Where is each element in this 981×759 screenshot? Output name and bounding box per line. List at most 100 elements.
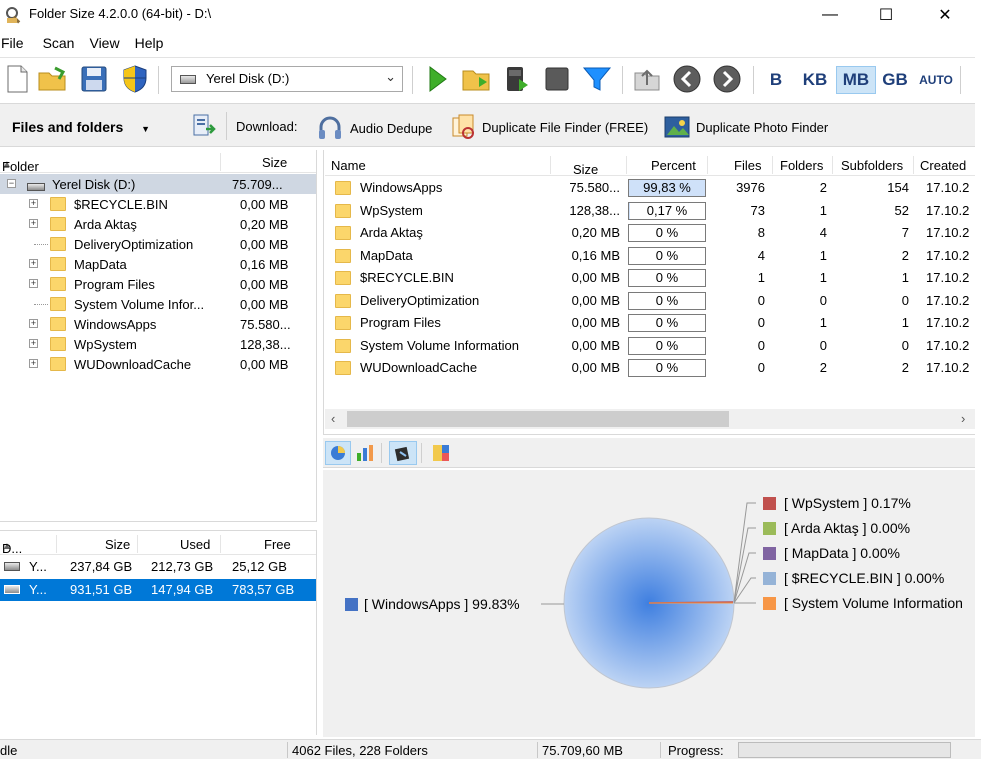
expand-icon[interactable]: + <box>29 279 38 288</box>
list-row[interactable]: Arda Aktaş 0,20 MB 0 % 8 4 7 17.10.2 <box>325 222 980 244</box>
drives-header-used[interactable]: Used <box>180 537 210 552</box>
list-header-created[interactable]: Created <box>920 158 966 173</box>
drive-used: 147,94 GB <box>151 582 214 597</box>
new-scan-button[interactable] <box>0 62 34 96</box>
scan-drive-button[interactable] <box>500 62 534 96</box>
menu-file[interactable]: File <box>0 33 32 55</box>
duplicate-photo-finder-link[interactable]: Duplicate Photo Finder <box>663 113 828 141</box>
menu-view[interactable]: View <box>88 33 127 55</box>
tree-item[interactable]: + WindowsApps 75.580... <box>0 314 316 334</box>
collapse-icon[interactable]: − <box>7 179 16 188</box>
duplicate-photo-finder-label: Duplicate Photo Finder <box>696 119 829 135</box>
horizontal-scrollbar[interactable]: ‹ › <box>325 409 980 429</box>
scan-folder-button[interactable] <box>460 62 494 96</box>
tree-header-size[interactable]: Size <box>262 155 287 170</box>
menu-scan[interactable]: Scan <box>42 33 83 55</box>
drive-row[interactable]: Y... 931,51 GB 147,94 GB 783,57 GB <box>0 579 316 601</box>
list-item-name: MapData <box>360 247 413 263</box>
bar-chart-button[interactable] <box>355 443 375 466</box>
list-item-percent: 0 % <box>655 225 679 240</box>
list-row[interactable]: WindowsApps 75.580... 99,83 % 3976 2 154 17.10… <box>325 177 980 199</box>
3d-view-button[interactable] <box>389 441 417 465</box>
expand-icon[interactable]: + <box>29 339 38 348</box>
close-button[interactable]: ✕ <box>922 0 968 30</box>
start-scan-button[interactable] <box>420 62 454 96</box>
list-header-name[interactable]: Name <box>331 158 366 173</box>
menu-help[interactable]: Help <box>134 33 172 55</box>
tree-connector <box>34 304 48 305</box>
tree-item[interactable]: + WUDownloadCache 0,00 MB <box>0 354 316 374</box>
percent-bar: 0 % <box>628 314 706 332</box>
unit-gb-button[interactable]: GB <box>878 66 912 94</box>
expand-icon[interactable]: + <box>29 359 38 368</box>
list-header-percent[interactable]: Percent <box>651 158 696 173</box>
drives-header-size[interactable]: Size <box>105 537 130 552</box>
list-row[interactable]: Program Files 0,00 MB 0 % 0 1 1 17.10.2 <box>325 312 980 334</box>
tree-item[interactable]: + Arda Aktaş 0,20 MB <box>0 214 316 234</box>
list-header-subfolders[interactable]: Subfolders <box>841 158 903 173</box>
forward-button[interactable] <box>710 62 744 96</box>
drive-name: Y... <box>29 559 47 574</box>
drives-header-free[interactable]: Free <box>264 537 291 552</box>
expand-icon[interactable]: + <box>29 259 38 268</box>
pie-chart-button[interactable] <box>325 441 351 465</box>
tree-item[interactable]: System Volume Infor... 0,00 MB <box>0 294 316 314</box>
menu-bar: File Scan View Help <box>0 33 175 55</box>
tree-item-size: 0,16 MB <box>240 257 289 272</box>
drive-select[interactable]: Yerel Disk (D:) ⌄ <box>171 66 403 92</box>
unit-b-button[interactable]: B <box>762 66 790 94</box>
tree-header-folder[interactable]: Folder ▲ <box>2 155 39 174</box>
tree-item[interactable]: + $RECYCLE.BIN 0,00 MB <box>0 194 316 214</box>
expand-icon[interactable]: + <box>29 219 38 228</box>
tree-item[interactable]: + WpSystem 128,38... <box>0 334 316 354</box>
list-header: Name Size ⌄ Percent Files Folders Subfol… <box>325 154 981 177</box>
list-header-folders[interactable]: Folders <box>780 158 823 173</box>
files-and-folders-dropdown[interactable]: Files and folders ▼ <box>12 119 150 135</box>
save-button[interactable] <box>77 62 111 96</box>
maximize-button[interactable]: ☐ <box>863 0 909 30</box>
scroll-right-icon[interactable]: › <box>961 411 965 426</box>
expand-icon[interactable]: + <box>29 319 38 328</box>
treemap-button[interactable] <box>431 443 451 466</box>
list-row[interactable]: System Volume Information 0,00 MB 0 % 0 0 0 17… <box>325 335 980 357</box>
list-item-percent: 0,17 % <box>646 202 688 218</box>
unit-mb-button[interactable]: MB <box>836 66 876 94</box>
tree-item[interactable]: + MapData 0,16 MB <box>0 254 316 274</box>
list-row[interactable]: DeliveryOptimization 0,00 MB 0 % 0 0 0 17.10.2 <box>325 290 980 312</box>
scroll-left-icon[interactable]: ‹ <box>331 411 335 426</box>
list-row[interactable]: MapData 0,16 MB 0 % 4 1 2 17.10.2 <box>325 245 980 267</box>
list-row[interactable]: $RECYCLE.BIN 0,00 MB 0 % 1 1 1 17.10.2 <box>325 267 980 289</box>
list-header-size[interactable]: Size ⌄ <box>573 158 598 177</box>
filter-button[interactable] <box>580 62 614 96</box>
tree-item[interactable]: + Program Files 0,00 MB <box>0 274 316 294</box>
drive-scan-icon <box>507 67 528 91</box>
tree-root-row[interactable]: − Yerel Disk (D:) 75.709... <box>0 174 316 194</box>
drive-row[interactable]: Y... 237,84 GB 212,73 GB 25,12 GB <box>0 556 316 578</box>
list-row[interactable]: WpSystem 128,38... 0,17 % 73 1 52 17.10.2 <box>325 200 980 222</box>
audio-dedupe-label: Audio Dedupe <box>350 120 433 136</box>
audio-dedupe-link[interactable]: Audio Dedupe <box>316 115 432 141</box>
expand-icon[interactable]: + <box>29 199 38 208</box>
duplicate-file-finder-link[interactable]: Duplicate File Finder (FREE) <box>450 113 648 141</box>
drives-header-drive[interactable]: D... ▲ <box>2 537 22 556</box>
list-row[interactable]: WUDownloadCache 0,00 MB 0 % 0 2 2 17.10.2 <box>325 357 980 379</box>
legend-swatch <box>763 571 776 585</box>
open-button[interactable] <box>36 62 70 96</box>
admin-shield-button[interactable] <box>118 62 152 96</box>
list-item-created: 17.10.2 <box>926 247 970 263</box>
tree-item[interactable]: DeliveryOptimization 0,00 MB <box>0 234 316 254</box>
caret-down-icon: ▼ <box>141 124 151 134</box>
minimize-button[interactable]: — <box>807 0 853 30</box>
list-item-files: 0 <box>757 292 765 308</box>
stop-button[interactable] <box>540 62 574 96</box>
back-button[interactable] <box>670 62 704 96</box>
scrollbar-thumb[interactable] <box>347 411 729 427</box>
new-file-icon <box>7 65 28 93</box>
export-button[interactable] <box>190 112 218 140</box>
folder-up-button[interactable] <box>630 62 664 96</box>
unit-kb-button[interactable]: KB <box>798 66 832 94</box>
minimize-icon: — <box>822 6 838 23</box>
list-header-files[interactable]: Files <box>734 158 761 173</box>
open-folder-icon <box>38 66 66 91</box>
unit-auto-button[interactable]: AUTO <box>916 66 956 94</box>
